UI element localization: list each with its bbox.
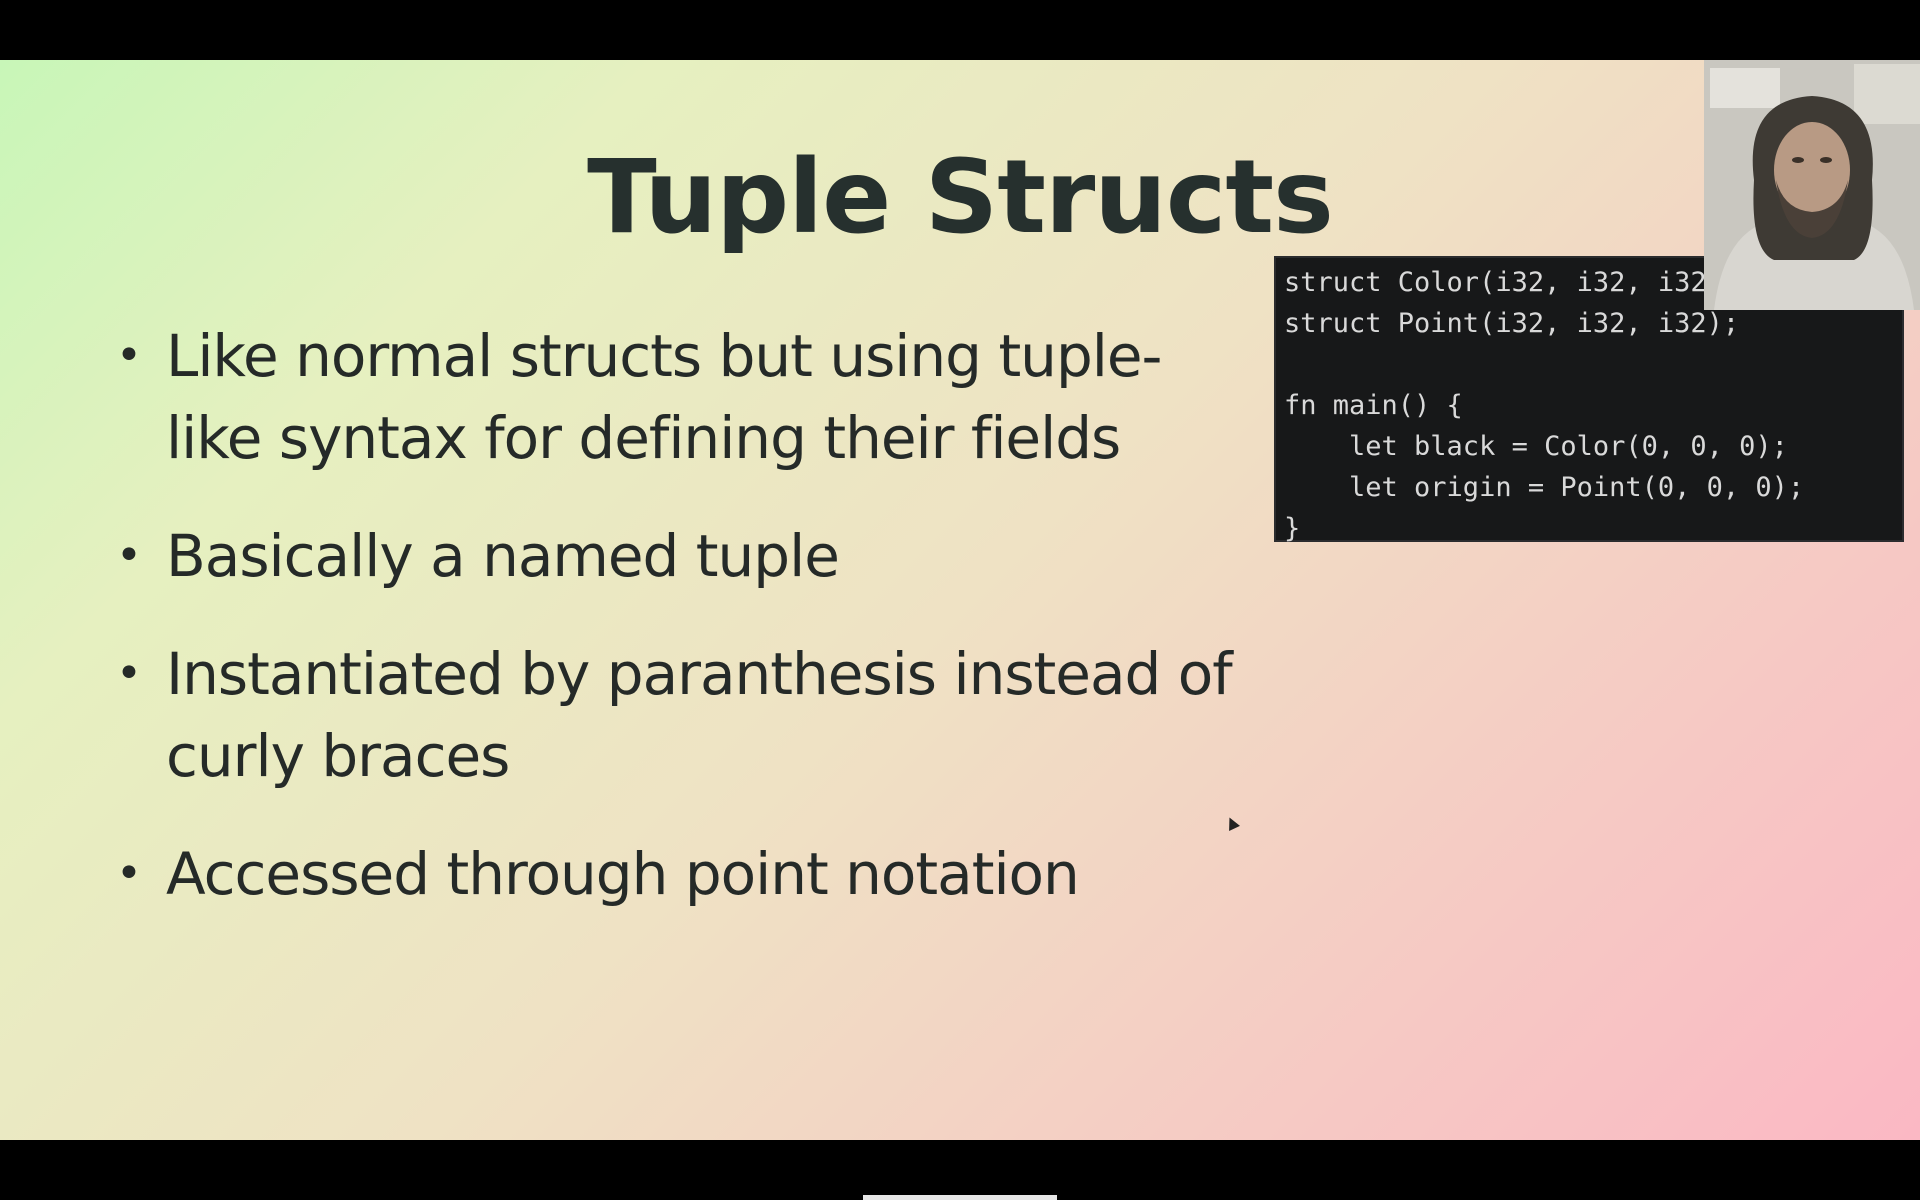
bullet-dot-icon: • [116,530,142,581]
video-viewer: Tuple Structs • Like normal structs but … [0,0,1920,1200]
code-line: let black = Color(0, 0, 0); [1284,431,1788,462]
presenter-webcam [1704,60,1920,310]
bullet-item: • Accessed through point notation [112,833,1242,915]
code-line: let origin = Point(0, 0, 0); [1284,472,1805,503]
video-progress-indicator[interactable] [863,1195,1057,1200]
slide-title: Tuple Structs [587,138,1334,257]
code-line [1284,344,1894,385]
bullet-text: Like normal structs but using tuple-like… [166,322,1162,472]
bullet-dot-icon: • [116,648,142,699]
bullet-item: • Like normal structs but using tuple-li… [112,315,1242,479]
bullet-list: • Like normal structs but using tuple-li… [112,315,1242,951]
presentation-slide: Tuple Structs • Like normal structs but … [0,60,1920,1140]
bullet-dot-icon: • [116,848,142,899]
bullet-item: • Basically a named tuple [112,515,1242,597]
code-line: fn main() { [1284,390,1463,421]
bullet-text: Basically a named tuple [166,522,840,590]
code-line: } [1284,513,1301,544]
bullet-item: • Instantiated by paranthesis instead of… [112,633,1242,797]
presenter-video-icon [1704,60,1920,310]
bullet-text: Accessed through point notation [166,840,1080,908]
bullet-text: Instantiated by paranthesis instead of c… [166,640,1233,790]
bullet-dot-icon: • [116,330,142,381]
